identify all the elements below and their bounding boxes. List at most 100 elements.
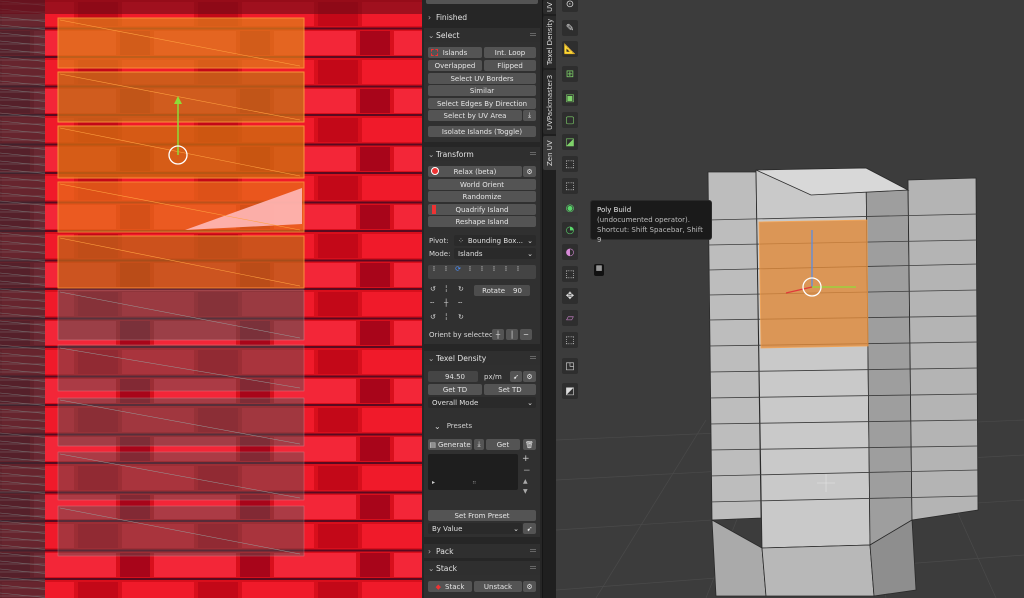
- rip-region-icon[interactable]: ◩: [562, 383, 578, 399]
- unwrap-button[interactable]: [426, 0, 538, 4]
- download-icon[interactable]: ⤓: [474, 439, 484, 450]
- by-value-dropdown[interactable]: By Value ⌄: [428, 523, 522, 534]
- gear-icon[interactable]: ⚙: [523, 581, 536, 592]
- play-icon[interactable]: ▸: [432, 479, 435, 486]
- transform-panel-header[interactable]: ⌄ Transform: [424, 147, 540, 161]
- uv-texture-canvas[interactable]: [0, 0, 422, 598]
- align-right-icon[interactable]: ⁞: [464, 265, 476, 279]
- overlapped-button[interactable]: Overlapped: [428, 60, 482, 71]
- rotate-ccw-2-icon[interactable]: ↺: [430, 313, 436, 321]
- presets-subpanel-header[interactable]: ⌄ Presets: [428, 420, 536, 432]
- move-down-icon[interactable]: ▼: [523, 488, 528, 495]
- spin-icon[interactable]: ◔: [562, 222, 578, 238]
- move-up-icon[interactable]: ▲: [523, 478, 528, 485]
- get-button[interactable]: Get: [486, 439, 520, 450]
- eyedropper-icon[interactable]: ➹: [510, 371, 522, 382]
- flip-down-icon[interactable]: ╎: [444, 313, 448, 321]
- align-v-icon[interactable]: ⁞: [512, 265, 524, 279]
- annotate-icon[interactable]: ✎: [562, 20, 578, 36]
- mode-dropdown[interactable]: Islands ⌄: [454, 248, 536, 259]
- preset-add-icon[interactable]: +: [522, 454, 530, 464]
- generate-button[interactable]: ▤ Generate: [428, 439, 472, 450]
- orient-horizontal-icon[interactable]: ┼: [492, 329, 504, 340]
- center-icon[interactable]: ┼: [444, 299, 448, 307]
- texel-density-value-field[interactable]: 94.50: [428, 371, 478, 382]
- rip-icon[interactable]: ◳: [562, 358, 578, 374]
- gear-icon[interactable]: ⚙: [523, 166, 536, 177]
- pack-panel-header[interactable]: › Pack: [424, 544, 540, 558]
- rotate-ccw-icon[interactable]: ↺: [430, 285, 436, 293]
- uv-editor[interactable]: [0, 0, 422, 598]
- orient-vertical-icon[interactable]: │: [506, 329, 518, 340]
- overall-mode-dropdown[interactable]: Overall Mode ⌄: [428, 397, 536, 408]
- relax-button[interactable]: Relax (beta): [428, 166, 522, 177]
- stack-button[interactable]: ◆ Stack: [428, 581, 472, 592]
- extrude-icon[interactable]: ▣: [562, 90, 578, 106]
- trash-icon[interactable]: 🗑: [523, 439, 536, 450]
- tab-uv[interactable]: UV: [543, 0, 557, 14]
- knife-icon[interactable]: ⬚: [562, 178, 578, 194]
- rotate-cw-icon[interactable]: ↻: [458, 285, 464, 293]
- set-td-button[interactable]: Set TD: [484, 384, 536, 395]
- align-h-icon[interactable]: ⁞: [500, 265, 512, 279]
- drag-grip-icon[interactable]: [530, 356, 536, 359]
- poly-build-icon[interactable]: ◉: [562, 200, 578, 216]
- select-edges-by-direction-button[interactable]: Select Edges By Direction: [428, 98, 536, 109]
- bevel-icon[interactable]: ◪: [562, 134, 578, 150]
- inset-icon[interactable]: ▢: [562, 112, 578, 128]
- select-by-uv-area-button[interactable]: Select by UV Area: [428, 110, 522, 121]
- islands-button[interactable]: Islands: [428, 47, 482, 58]
- rotate-active-icon[interactable]: ⟳: [452, 265, 464, 279]
- align-left-icon[interactable]: ⁞: [428, 265, 440, 279]
- tab-uvpackmaster3[interactable]: UVPackmaster3: [543, 70, 557, 134]
- orient-flat-icon[interactable]: ─: [520, 329, 532, 340]
- unstack-button[interactable]: Unstack: [474, 581, 522, 592]
- add-cube-icon[interactable]: ⊞: [562, 66, 578, 82]
- preset-remove-icon[interactable]: −: [523, 466, 531, 476]
- flip-right-icon[interactable]: ╌: [458, 299, 462, 307]
- flip-up-icon[interactable]: ╎: [444, 285, 448, 293]
- eyedropper-icon[interactable]: ➹: [523, 523, 536, 534]
- align-bottom-icon[interactable]: ⁞: [488, 265, 500, 279]
- measure-icon[interactable]: 📐: [562, 41, 578, 57]
- viewport-canvas[interactable]: [556, 0, 1024, 598]
- select-panel-header[interactable]: ⌄ Select: [424, 28, 540, 42]
- download-icon[interactable]: ⤓: [523, 110, 536, 121]
- to-sphere-icon[interactable]: ⬚: [562, 332, 578, 348]
- list-grip-icon[interactable]: ⠶: [472, 479, 476, 486]
- pivot-dropdown[interactable]: ⁘ Bounding Box... ⌄: [454, 235, 536, 246]
- uv-islands-selected[interactable]: [57, 17, 305, 289]
- texel-density-panel-header[interactable]: ⌄ Texel Density: [424, 351, 540, 365]
- drag-grip-icon[interactable]: [530, 33, 536, 36]
- presets-list[interactable]: ▸ ⠶: [428, 454, 518, 490]
- align-top-icon[interactable]: ⁞: [476, 265, 488, 279]
- similar-button[interactable]: Similar: [428, 85, 536, 96]
- shear-icon[interactable]: ▱: [562, 310, 578, 326]
- drag-grip-icon[interactable]: [530, 152, 536, 155]
- loop-cut-icon[interactable]: ⬚: [562, 156, 578, 172]
- flipped-button[interactable]: Flipped: [484, 60, 536, 71]
- drag-grip-icon[interactable]: [530, 566, 536, 569]
- shrink-fatten-icon[interactable]: ✥: [562, 288, 578, 304]
- int-loop-button[interactable]: Int. Loop: [484, 47, 536, 58]
- select-uv-borders-button[interactable]: Select UV Borders: [428, 73, 536, 84]
- quadrify-island-button[interactable]: Quadrify Island: [428, 204, 536, 215]
- align-center-icon[interactable]: ⁞: [440, 265, 452, 279]
- tab-texel-density[interactable]: Texel Density: [543, 16, 557, 68]
- tab-zen-uv[interactable]: Zen UV: [543, 136, 557, 170]
- rotate-cw-2-icon[interactable]: ↻: [458, 313, 464, 321]
- 3d-viewport[interactable]: ⊙ ✎ 📐 ⊞ ▣ ▢ ◪ ⬚ ⬚ ◉ ◔ ◐ ⬚ ✥ ▱ ⬚ ◳ ◩ ▦: [556, 0, 1024, 598]
- stack-panel-header[interactable]: ⌄ Stack: [424, 561, 540, 575]
- get-td-button[interactable]: Get TD: [428, 384, 482, 395]
- set-from-preset-button[interactable]: Set From Preset: [428, 510, 536, 521]
- selected-faces[interactable]: [758, 219, 869, 349]
- smooth-icon[interactable]: ◐: [562, 244, 578, 260]
- randomize-button[interactable]: Randomize: [428, 191, 536, 202]
- finished-row[interactable]: › Finished: [424, 10, 540, 24]
- flip-left-icon[interactable]: ╌: [430, 299, 434, 307]
- edge-slide-icon[interactable]: ⬚: [562, 266, 578, 282]
- world-orient-button[interactable]: World Orient: [428, 179, 536, 190]
- isolate-islands-button[interactable]: Isolate Islands (Toggle): [428, 126, 536, 137]
- drag-grip-icon[interactable]: [530, 549, 536, 552]
- gear-icon[interactable]: ⚙: [523, 371, 536, 382]
